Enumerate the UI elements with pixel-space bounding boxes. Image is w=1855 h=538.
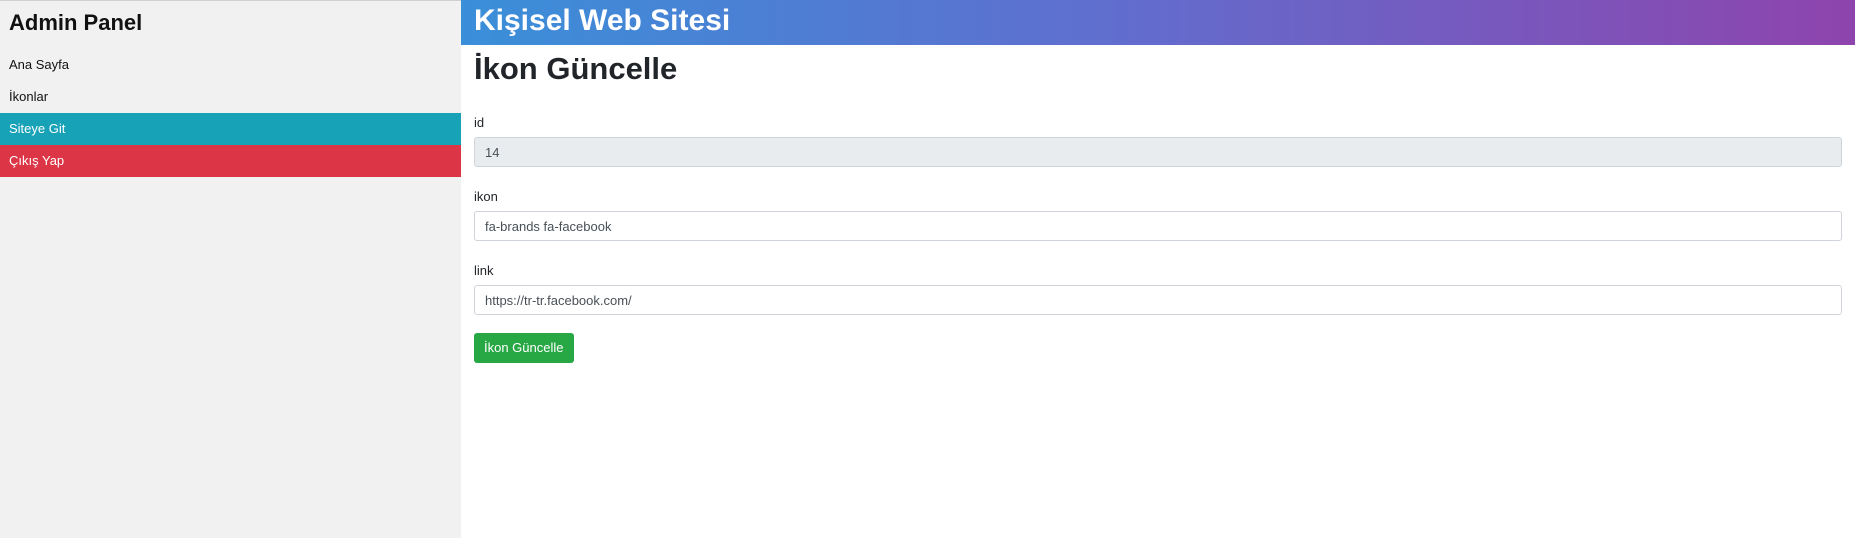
link-label: link [474,263,494,278]
sidebar-item-go-to-site[interactable]: Siteye Git [0,113,461,145]
ikon-label: ikon [474,189,498,204]
link-field-group: link [474,261,1855,315]
sidebar: Admin Panel Ana Sayfa İkonlar Siteye Git… [0,0,461,538]
sidebar-item-icons[interactable]: İkonlar [0,81,461,113]
id-label: id [474,115,485,130]
link-field[interactable] [474,285,1842,315]
site-title: Kişisel Web Sitesi [474,4,731,37]
update-icon-button[interactable]: İkon Güncelle [474,333,574,363]
page-title: İkon Güncelle [474,51,678,86]
id-field[interactable] [474,137,1842,167]
ikon-field[interactable] [474,211,1842,241]
update-icon-form: id ikon link İkon Güncelle [474,113,1855,363]
id-field-group: id [474,113,1855,167]
ikon-field-group: ikon [474,187,1855,241]
sidebar-title: Admin Panel [9,10,143,35]
admin-app: Admin Panel Ana Sayfa İkonlar Siteye Git… [0,0,1855,538]
site-header: Kişisel Web Sitesi [461,0,1855,45]
main-content: İkon Güncelle id ikon link İkon Güncelle [461,45,1855,538]
sidebar-item-logout[interactable]: Çıkış Yap [0,145,461,177]
sidebar-item-home[interactable]: Ana Sayfa [0,49,461,81]
